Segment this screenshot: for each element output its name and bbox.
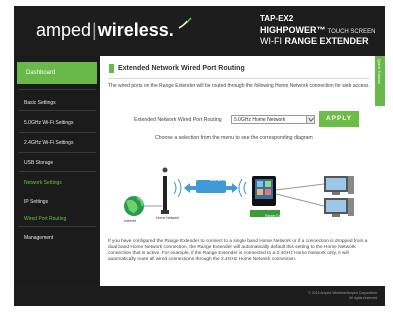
quick-tutorial-tab[interactable]: Quick Tutorial bbox=[375, 56, 385, 106]
title-accent bbox=[109, 64, 114, 73]
brand-amped: amped bbox=[36, 20, 92, 40]
sidebar-divider bbox=[18, 152, 96, 153]
header: amped|wireless. TAP-EX2 HIGHPOWER™ TOUCH … bbox=[14, 6, 385, 56]
tagline-highpower: HIGHPOWER™ TOUCH SCREEN bbox=[260, 25, 375, 35]
globe-icon bbox=[124, 196, 144, 216]
computer-icon bbox=[324, 176, 354, 195]
sidebar: Dashboard Basic Settings 5.0GHz Wi-Fi Se… bbox=[14, 56, 100, 286]
routing-diagram: Internet Home Network 5.0GHz Range Exten… bbox=[110, 154, 370, 234]
sidebar-item-basic-settings[interactable]: Basic Settings bbox=[24, 100, 56, 106]
sidebar-divider bbox=[18, 89, 96, 90]
diagram-hint: Choose a selection from the menu to see … bbox=[155, 135, 313, 141]
sidebar-divider bbox=[18, 171, 96, 172]
page-frame: amped|wireless. TAP-EX2 HIGHPOWER™ TOUCH … bbox=[0, 0, 393, 312]
internet-label: Internet bbox=[124, 219, 136, 223]
apply-button[interactable]: APPLY bbox=[319, 111, 359, 127]
sidebar-divider bbox=[18, 226, 96, 227]
quick-tutorial-label: Quick Tutorial bbox=[377, 59, 382, 84]
main-content: Extended Network Wired Port Routing The … bbox=[100, 56, 375, 286]
band-label: 5.0GHz bbox=[210, 177, 227, 183]
home-network-label: Home Network bbox=[156, 216, 180, 220]
model-number: TAP-EX2 bbox=[260, 14, 294, 23]
note-text: If you have configured the Range Extende… bbox=[108, 239, 368, 262]
range-extender-label: Range Extender bbox=[265, 214, 291, 218]
copyright-line-2: All rights reserved bbox=[348, 295, 377, 300]
tagline-range-extender-text: RANGE EXTENDER bbox=[284, 36, 369, 46]
port-routing-select-value: 5.0GHz Home Network bbox=[234, 117, 286, 123]
sidebar-item-network-settings[interactable]: Network Settings bbox=[24, 180, 62, 186]
tagline-wifi: WI-FI bbox=[260, 36, 282, 46]
brand-separator: | bbox=[92, 20, 97, 40]
sidebar-item-wired-port-routing[interactable]: Wired Port Routing bbox=[24, 216, 66, 222]
computer-icon bbox=[324, 198, 354, 217]
router-icon bbox=[161, 167, 169, 214]
footer: © 2013 Amped Wireless/Amped Corporation … bbox=[14, 286, 385, 306]
sidebar-divider bbox=[18, 132, 96, 133]
range-extender-icon bbox=[250, 176, 280, 217]
brand-logo: amped|wireless. bbox=[36, 20, 174, 41]
tagline-range-extender: WI-FI RANGE EXTENDER bbox=[260, 36, 369, 46]
intro-text: The wired ports on the Range Extender wi… bbox=[108, 83, 370, 89]
sidebar-divider bbox=[18, 110, 96, 111]
tagline-highpower-text: HIGHPOWER™ bbox=[260, 25, 326, 35]
wifi-signal-icon bbox=[178, 17, 192, 29]
sidebar-item-dashboard[interactable]: Dashboard bbox=[17, 62, 97, 84]
sidebar-item-2ghz-wifi[interactable]: 2.4GHz Wi-Fi Settings bbox=[24, 140, 73, 146]
sidebar-item-usb-storage[interactable]: USB Storage bbox=[24, 160, 53, 166]
tagline-touch-screen: TOUCH SCREEN bbox=[327, 29, 376, 35]
sidebar-item-management[interactable]: Management bbox=[24, 235, 53, 241]
sidebar-item-ip-settings[interactable]: IP Settings bbox=[24, 199, 48, 205]
copyright: © 2013 Amped Wireless/Amped Corporation … bbox=[308, 291, 377, 300]
chevron-down-icon[interactable] bbox=[306, 116, 314, 123]
port-routing-select[interactable]: 5.0GHz Home Network bbox=[231, 115, 315, 124]
page-title: Extended Network Wired Port Routing bbox=[118, 65, 245, 72]
copyright-line-1: © 2013 Amped Wireless/Amped Corporation bbox=[308, 291, 377, 295]
brand-wireless: wireless. bbox=[97, 20, 174, 40]
title-divider bbox=[108, 78, 370, 79]
routing-diagram-graphic bbox=[124, 167, 354, 217]
port-routing-label: Extended Network Wired Port Routing bbox=[134, 117, 222, 123]
sidebar-item-5ghz-wifi[interactable]: 5.0GHz Wi-Fi Settings bbox=[24, 120, 73, 126]
